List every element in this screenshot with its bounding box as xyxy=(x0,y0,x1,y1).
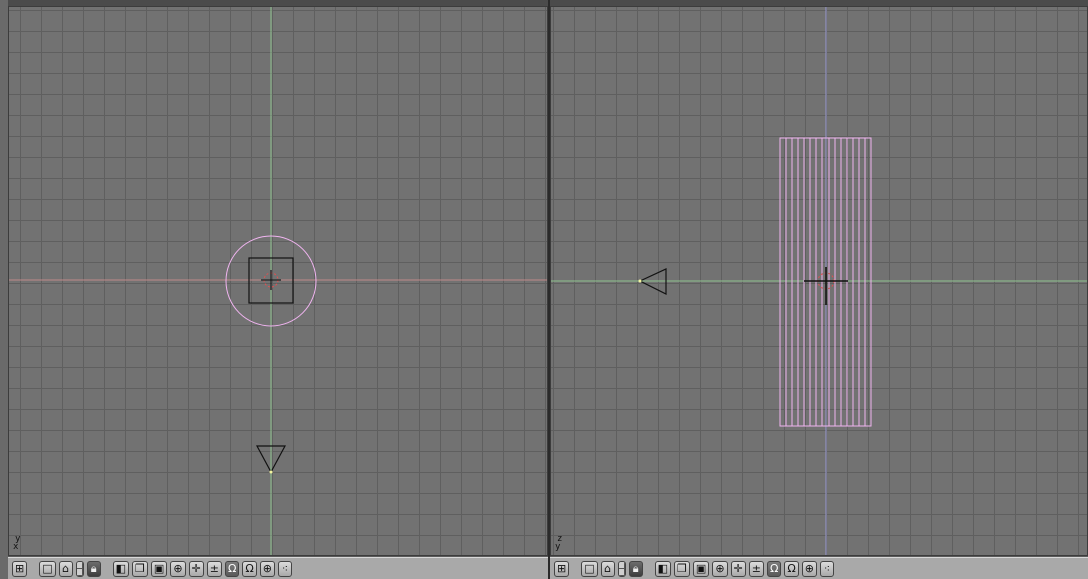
cube-icon[interactable]: ❒ xyxy=(132,560,148,577)
layer-buttons[interactable] xyxy=(617,560,626,577)
lock-icon[interactable]: 🔒︎ xyxy=(86,560,101,577)
globe-icon[interactable]: ⊕ xyxy=(712,560,728,577)
solid-box-icon[interactable]: ◧ xyxy=(112,560,130,577)
axis-label-y: y xyxy=(555,542,561,552)
lock-icon[interactable]: 🔒︎ xyxy=(628,560,643,577)
viewport-top-view[interactable]: y x xyxy=(8,6,548,556)
dots-icon[interactable]: ⁖ xyxy=(278,560,292,577)
pivot-icon[interactable]: ▣ xyxy=(692,560,710,577)
cube-icon[interactable]: ❒ xyxy=(674,560,690,577)
magnet-button[interactable]: Ω xyxy=(224,560,240,577)
dots-icon[interactable]: ⁖ xyxy=(820,560,834,577)
viewport-side-canvas[interactable] xyxy=(551,7,1088,556)
viewport-header-left: ⊞ □ ⌂ 🔒︎ ◧ ❒ ▣ ⊕ ✛ ± Ω Ω ⊕ ⁖ xyxy=(8,557,548,579)
plus-cross-icon[interactable]: ✛ xyxy=(730,560,746,577)
layer-grid[interactable] xyxy=(76,561,83,576)
square-icon[interactable]: □ xyxy=(581,560,598,577)
magnet-button[interactable]: Ω xyxy=(766,560,782,577)
square-icon[interactable]: □ xyxy=(39,560,56,577)
camera-origin-dot xyxy=(269,470,273,474)
axis-label-x: x xyxy=(13,542,19,552)
window-left-edge xyxy=(0,0,8,579)
house-icon[interactable]: ⌂ xyxy=(600,560,615,577)
house-icon[interactable]: ⌂ xyxy=(58,560,73,577)
crosshair-icon[interactable]: ⊕ xyxy=(259,560,275,577)
viewport-top-canvas[interactable] xyxy=(9,7,548,556)
grid-view-icon[interactable]: ⊞ xyxy=(554,560,570,577)
crosshair-icon[interactable]: ⊕ xyxy=(801,560,817,577)
viewport-header-right: ⊞ □ ⌂ 🔒︎ ◧ ❒ ▣ ⊕ ✛ ± Ω Ω ⊕ ⁖ xyxy=(550,557,1088,579)
globe-icon[interactable]: ⊕ xyxy=(170,560,186,577)
plus-minus-button[interactable]: ± xyxy=(748,560,764,577)
grid-view-icon[interactable]: ⊞ xyxy=(12,560,28,577)
plus-minus-button[interactable]: ± xyxy=(206,560,222,577)
widget-icon[interactable]: Ω xyxy=(784,560,799,577)
axis-orientation-label: y x xyxy=(13,535,20,552)
widget-icon[interactable]: Ω xyxy=(242,560,257,577)
solid-box-icon[interactable]: ◧ xyxy=(654,560,672,577)
camera-origin-dot xyxy=(638,279,642,283)
layer-buttons[interactable] xyxy=(75,560,84,577)
viewport-side-view[interactable]: z y xyxy=(550,6,1088,556)
plus-cross-icon[interactable]: ✛ xyxy=(188,560,204,577)
axis-orientation-label: z y xyxy=(555,535,562,552)
layer-grid[interactable] xyxy=(618,561,625,576)
pivot-icon[interactable]: ▣ xyxy=(150,560,168,577)
